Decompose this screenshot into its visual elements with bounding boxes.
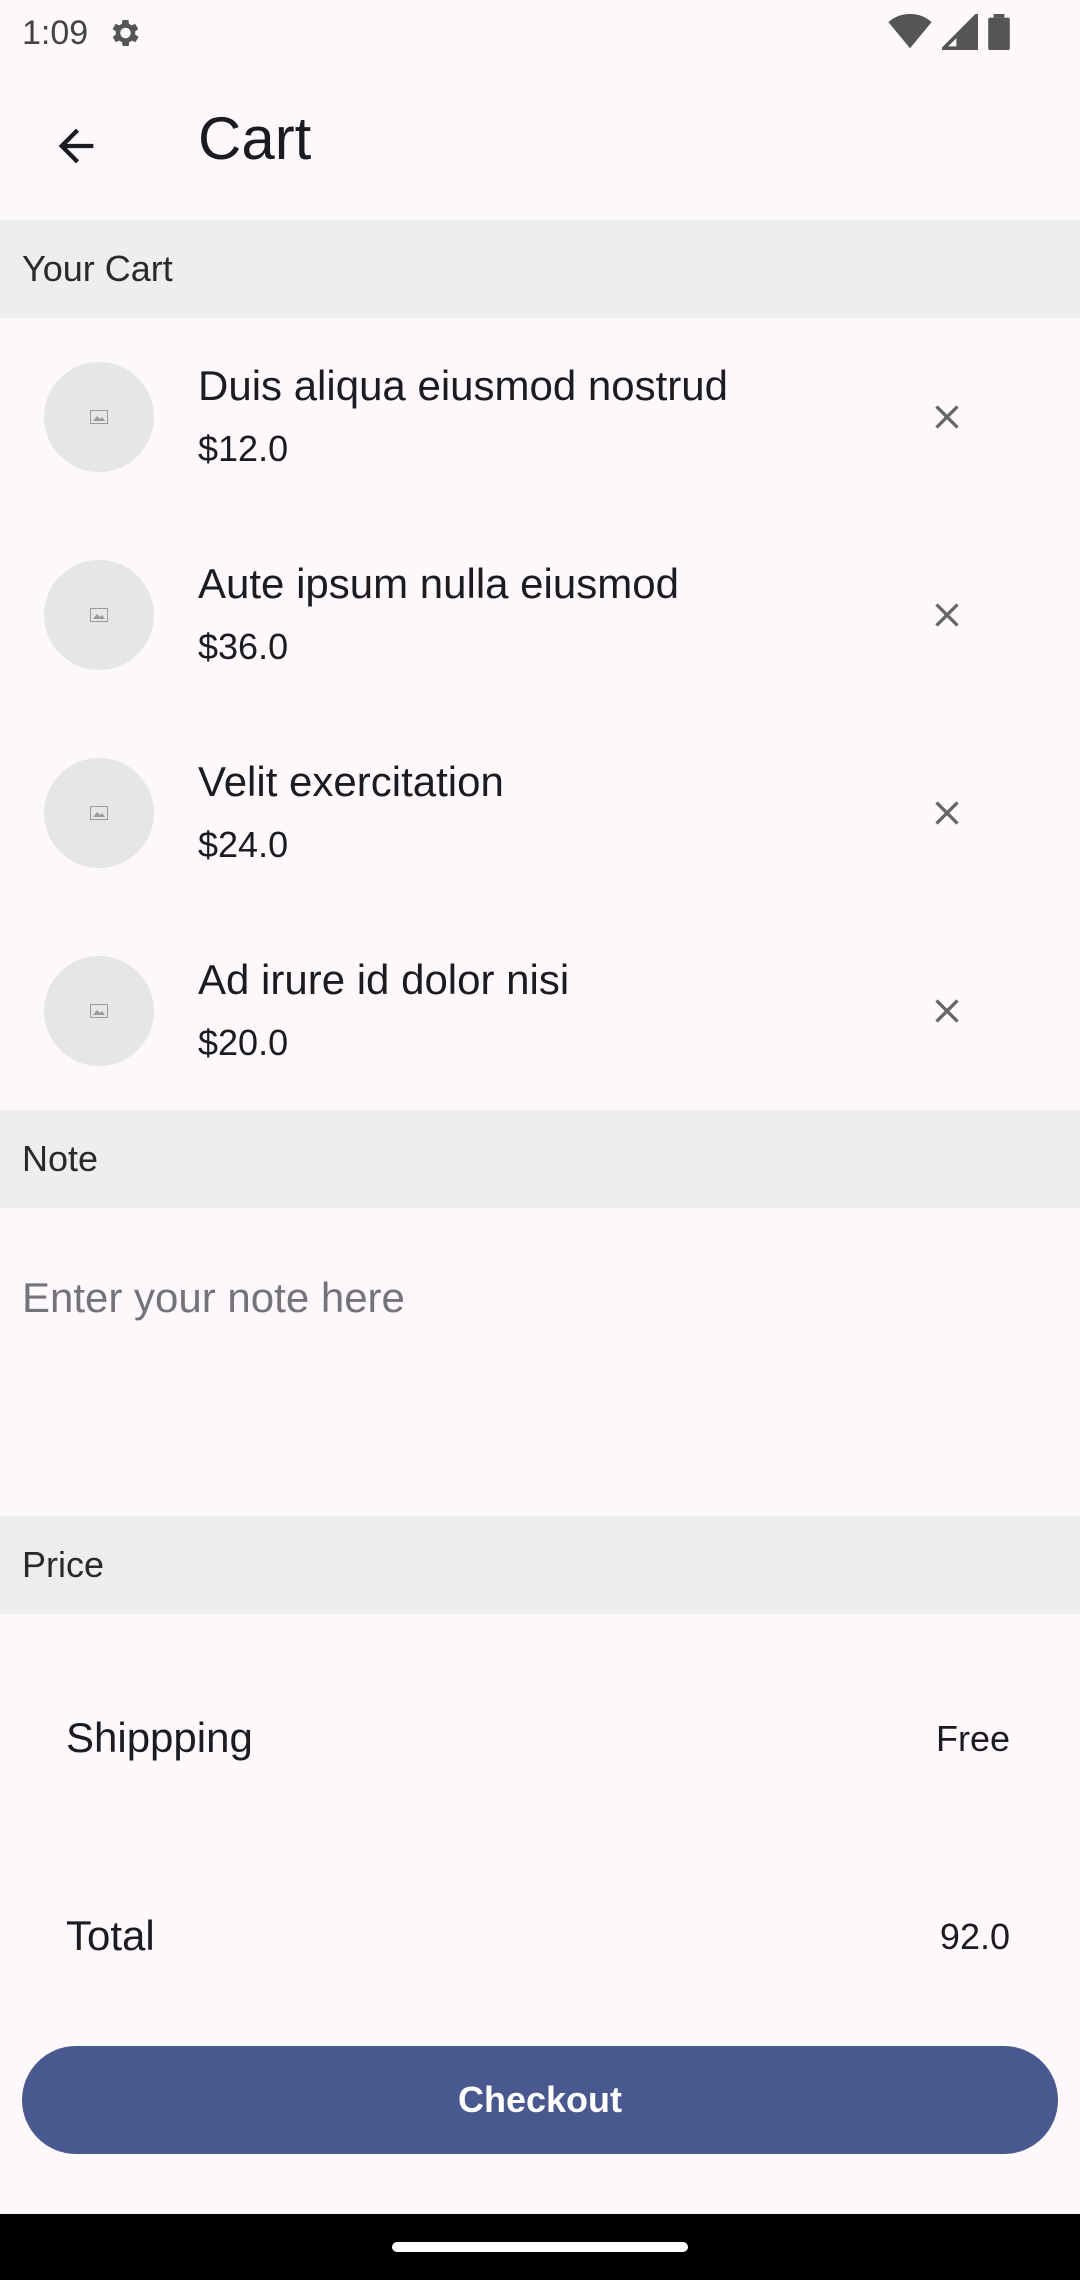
item-name: Ad irure id dolor nisi (198, 956, 570, 1003)
arrow-back-icon (58, 128, 94, 164)
product-thumbnail (44, 560, 154, 670)
remove-item-button[interactable] (912, 778, 982, 848)
item-price: $12.0 (198, 428, 289, 469)
battery-icon (988, 14, 1010, 50)
section-header-note: Note (0, 1110, 1080, 1208)
item-price: $24.0 (198, 824, 289, 865)
wifi-icon (888, 14, 932, 49)
section-header-cart: Your Cart (0, 220, 1080, 318)
remove-item-button[interactable] (912, 382, 982, 452)
remove-item-button[interactable] (912, 580, 982, 650)
note-input[interactable] (22, 1268, 1052, 1328)
item-price: $36.0 (198, 626, 289, 667)
signal-icon (942, 14, 978, 50)
product-thumbnail (44, 362, 154, 472)
image-placeholder-icon (90, 410, 108, 424)
close-icon (935, 999, 959, 1023)
gear-icon (112, 19, 139, 47)
image-placeholder-icon (90, 1004, 108, 1018)
total-row: Total 92.0 (0, 1888, 1080, 1988)
status-bar: 1:09 (0, 0, 1080, 66)
cart-item: Duis aliqua eiusmod nostrud $12.0 (0, 318, 1080, 516)
section-header-price: Price (0, 1516, 1080, 1614)
app-bar: Cart (0, 66, 1080, 220)
system-nav-bar (0, 2214, 1080, 2280)
home-gesture-handle[interactable] (392, 2242, 688, 2252)
total-value: 92.0 (939, 1916, 1010, 1957)
item-name: Duis aliqua eiusmod nostrud (198, 362, 728, 409)
checkout-button[interactable]: Checkout (22, 2046, 1058, 2154)
product-thumbnail (44, 956, 154, 1066)
shipping-value: Free (935, 1718, 1010, 1759)
total-label: Total (66, 1912, 155, 1959)
back-button[interactable] (36, 106, 116, 186)
note-area (0, 1208, 1080, 1516)
product-thumbnail (44, 758, 154, 868)
close-icon (935, 405, 959, 429)
image-placeholder-icon (90, 608, 108, 622)
image-placeholder-icon (90, 806, 108, 820)
cart-item: Velit exercitation $24.0 (0, 714, 1080, 912)
remove-item-button[interactable] (912, 976, 982, 1046)
shipping-label: Shippping (66, 1714, 253, 1761)
status-time: 1:09 (22, 13, 89, 52)
close-icon (935, 603, 959, 627)
cart-item: Ad irure id dolor nisi $20.0 (0, 912, 1080, 1110)
item-name: Aute ipsum nulla eiusmod (198, 560, 679, 607)
item-name: Velit exercitation (198, 758, 504, 805)
item-price: $20.0 (198, 1022, 289, 1063)
close-icon (935, 801, 959, 825)
shipping-row: Shippping Free (0, 1690, 1080, 1790)
cart-item: Aute ipsum nulla eiusmod $36.0 (0, 516, 1080, 714)
page-title: Cart (198, 105, 312, 172)
